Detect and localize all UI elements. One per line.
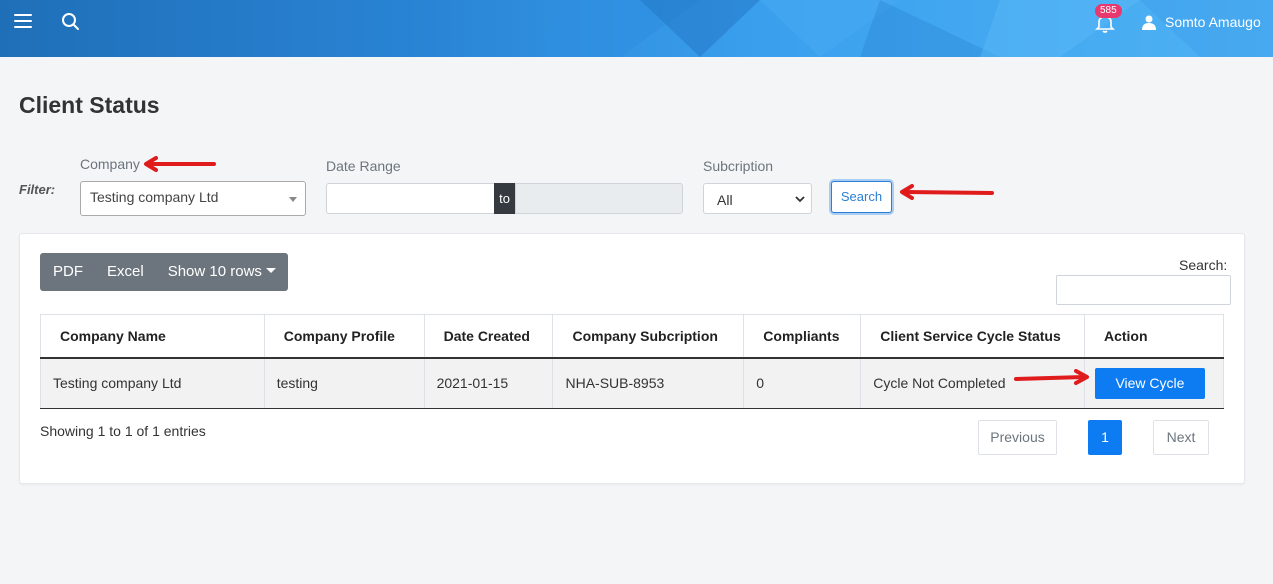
column-header[interactable]: Company Subcription: [552, 314, 745, 359]
user-icon: [1142, 15, 1156, 30]
search-button[interactable]: Search: [831, 181, 892, 213]
top-navbar: 585 Somto Amaugo: [0, 0, 1273, 57]
column-header[interactable]: Date Created: [423, 314, 554, 359]
pdf-button[interactable]: PDF: [40, 253, 95, 291]
export-button-group: PDF Excel Show 10 rows: [40, 253, 288, 291]
show-rows-label: Show 10 rows: [167, 263, 262, 280]
pagination-previous[interactable]: Previous: [978, 420, 1057, 455]
cell-company-profile: testing: [263, 357, 425, 409]
table-info: Showing 1 to 1 of 1 entries: [40, 423, 206, 439]
column-header[interactable]: Action: [1083, 314, 1225, 359]
page-title: Client Status: [19, 92, 160, 118]
subscription-label: Subcription: [703, 158, 774, 174]
excel-button[interactable]: Excel: [95, 253, 156, 291]
search-icon[interactable]: [60, 11, 82, 33]
pagination-next[interactable]: Next: [1153, 420, 1209, 455]
header-background-pattern: [540, 0, 1273, 57]
pagination-page-1[interactable]: 1: [1088, 420, 1122, 455]
date-to-addon: to: [494, 183, 515, 214]
subscription-select-value: All: [717, 192, 733, 208]
date-start-input[interactable]: [326, 183, 495, 214]
table-search-label: Search:: [1179, 257, 1228, 273]
column-header[interactable]: Client Service Cycle Status: [860, 314, 1085, 359]
subscription-select[interactable]: All: [703, 183, 812, 214]
table-header-row: Company Name Company Profile Date Create…: [40, 314, 1225, 359]
company-select[interactable]: Testing company Ltd: [80, 181, 306, 216]
date-range-label: Date Range: [326, 158, 401, 174]
user-menu[interactable]: Somto Amaugo: [1142, 14, 1261, 30]
date-end-input[interactable]: [515, 183, 683, 214]
show-rows-dropdown[interactable]: Show 10 rows: [156, 253, 288, 291]
cell-company-name: Testing company Ltd: [40, 357, 265, 409]
client-status-table: Company Name Company Profile Date Create…: [40, 314, 1225, 409]
menu-toggle-icon[interactable]: [14, 14, 32, 29]
cell-action: View Cycle: [1083, 357, 1225, 409]
cell-date-created: 2021-01-15: [423, 357, 554, 409]
column-header[interactable]: Company Name: [40, 314, 265, 359]
cell-subscription: NHA-SUB-8953: [552, 357, 745, 409]
company-label: Company: [80, 156, 140, 172]
table-search-input[interactable]: [1056, 275, 1231, 305]
caret-down-icon: [265, 268, 276, 273]
annotation-arrow-company-icon: [144, 156, 216, 172]
cell-complaints: 0: [743, 357, 862, 409]
view-cycle-button[interactable]: View Cycle: [1094, 367, 1205, 399]
filter-label: Filter:: [19, 182, 56, 197]
annotation-arrow-view-cycle-icon: [1014, 369, 1089, 385]
company-select-value: Testing company Ltd: [90, 189, 219, 205]
column-header[interactable]: Compliants: [743, 314, 862, 359]
column-header[interactable]: Company Profile: [263, 314, 425, 359]
user-name: Somto Amaugo: [1165, 14, 1261, 30]
notification-badge: 585: [1095, 4, 1122, 18]
annotation-arrow-search-icon: [900, 184, 994, 200]
chevron-down-icon: [795, 196, 805, 203]
caret-down-icon: [289, 197, 297, 202]
